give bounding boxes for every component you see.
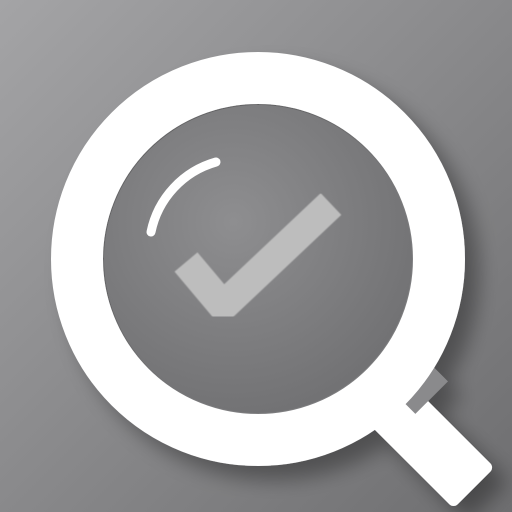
magnifier-check-icon <box>0 0 512 512</box>
app-icon <box>0 0 512 512</box>
